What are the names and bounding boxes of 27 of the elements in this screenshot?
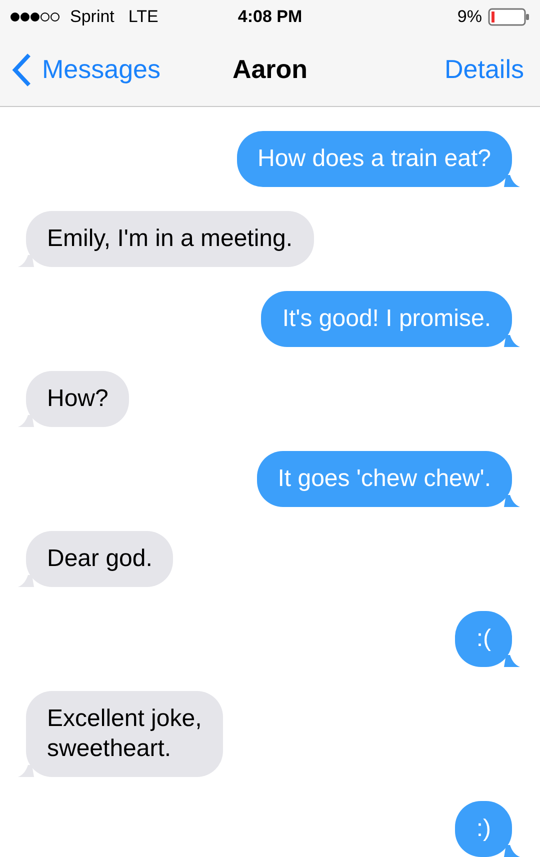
bubble-tail [504, 335, 520, 347]
message-bubble: Dear god. [26, 531, 174, 587]
status-time: 4:08 PM [238, 6, 302, 26]
bubble-tail [18, 575, 34, 587]
back-button[interactable]: Messages [12, 52, 160, 86]
battery-icon [488, 8, 530, 26]
message-bubble: :) [455, 801, 512, 857]
bubble-tail [504, 655, 520, 667]
bubble-tail [18, 415, 34, 427]
message-bubble: Emily, I'm in a meeting. [26, 211, 314, 267]
message-bubble: :( [455, 611, 512, 667]
message-bubble: How does a train eat? [236, 131, 512, 187]
details-button[interactable]: Details [444, 54, 524, 85]
bubble-tail [18, 765, 34, 777]
message-bubble: Excellent joke, sweetheart. [26, 691, 223, 777]
bubble-tail [18, 255, 34, 267]
bubble-tail [504, 845, 520, 857]
carrier-name: Sprint [70, 6, 114, 26]
bubble-tail [504, 175, 520, 187]
bubble-tail [504, 495, 520, 507]
back-chevron-icon [12, 52, 32, 86]
message-bubble: It goes 'chew chew'. [256, 451, 512, 507]
message-bubble: It's good! I promise. [261, 291, 512, 347]
message-bubble: How? [26, 371, 130, 427]
battery-percent: 9% [457, 6, 482, 26]
conversation-title: Aaron [232, 54, 308, 85]
network-type: LTE [128, 6, 158, 26]
